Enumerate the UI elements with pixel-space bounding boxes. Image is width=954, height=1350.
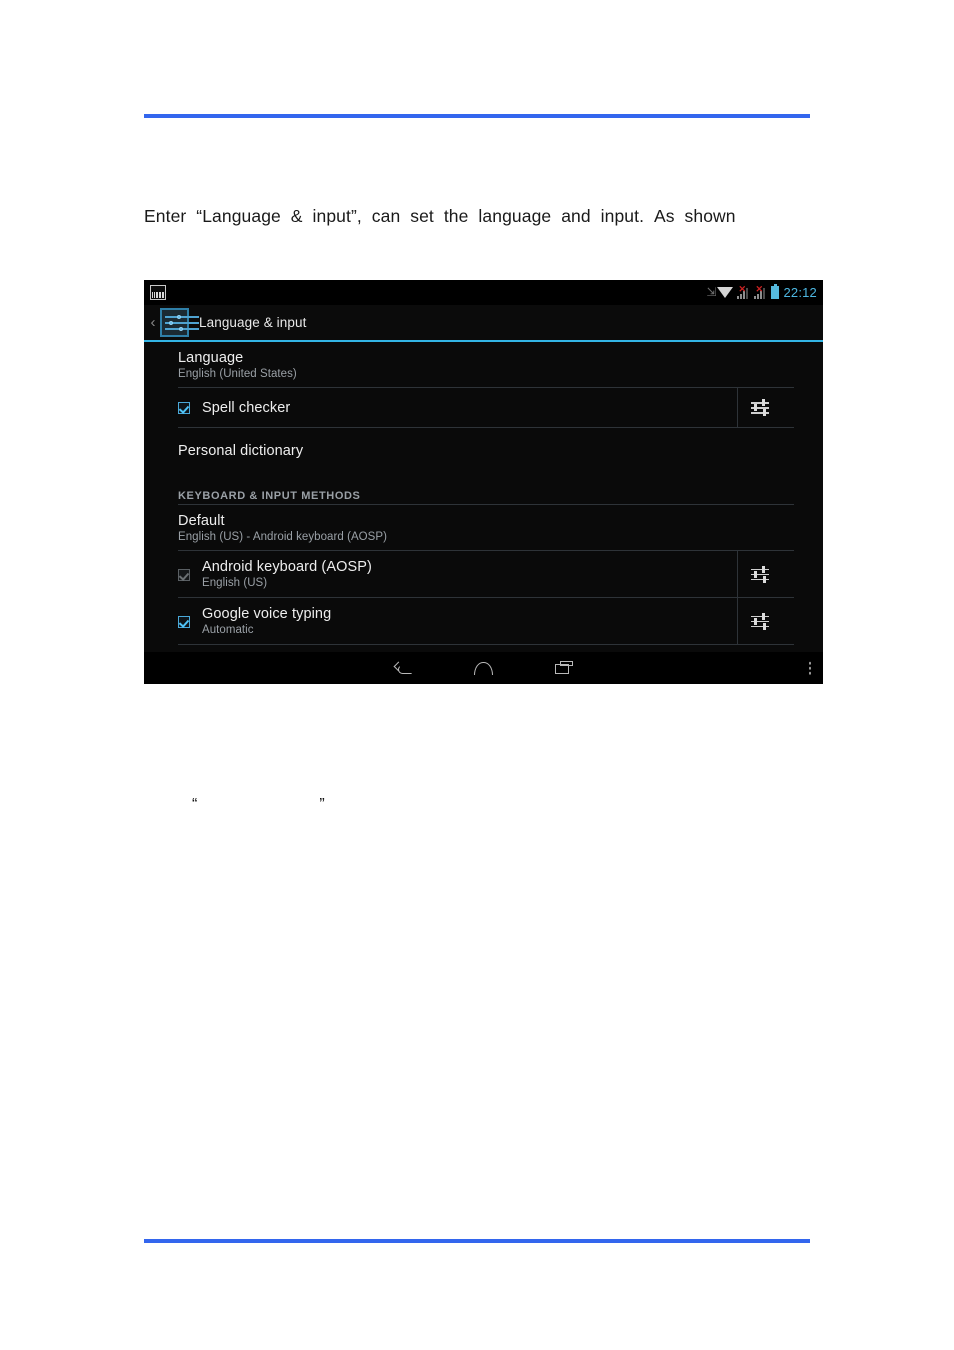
page-title: Language & input	[199, 315, 307, 330]
body-paragraph: Enter “Language & input”, can set the la…	[144, 206, 810, 227]
navigation-bar	[144, 652, 823, 684]
empty-quote-line: “”	[192, 796, 392, 814]
list-item-title: Personal dictionary	[178, 443, 304, 459]
signal-no-service-icon: ✕	[754, 285, 767, 299]
android-keyboard-settings-button[interactable]	[737, 551, 794, 598]
home-icon[interactable]	[473, 661, 493, 675]
list-item-subtitle: Automatic	[202, 624, 254, 636]
list-item-personal-dictionary[interactable]: Personal dictionary	[144, 428, 794, 474]
paragraph-word: input.	[600, 206, 645, 226]
back-icon[interactable]	[395, 662, 412, 674]
status-bar: ⇲ ✕ ✕ 22:12	[144, 280, 823, 305]
paragraph-word: As	[653, 206, 675, 226]
action-bar: ‹ Language & input	[144, 305, 823, 342]
list-item-subtitle: English (US) - Android keyboard (AOSP)	[178, 530, 387, 543]
spell-checker-checkbox[interactable]	[178, 402, 190, 414]
list-item-title: Language	[178, 349, 244, 366]
paragraph-word: set	[410, 206, 434, 226]
battery-icon	[771, 284, 780, 299]
android-screenshot: ⇲ ✕ ✕ 22:12 ‹ Language & input Language …	[144, 280, 823, 684]
sliders-settings-icon	[749, 564, 771, 586]
list-item-spell-checker[interactable]: Spell checker	[144, 388, 794, 428]
paragraph-word: input”,	[312, 206, 362, 226]
paragraph-word: the	[443, 206, 469, 226]
list-item-android-keyboard[interactable]: Android keyboard (AOSP) English (US)	[144, 551, 794, 598]
list-item-language[interactable]: Language English (United States)	[144, 342, 794, 388]
section-header-speech: SPEECH	[144, 645, 794, 652]
paragraph-word: and	[561, 206, 591, 226]
google-voice-typing-settings-button[interactable]	[737, 598, 794, 645]
list-item-google-voice-typing[interactable]: Google voice typing Automatic	[144, 598, 794, 645]
list-item-title: Google voice typing	[202, 606, 332, 622]
paragraph-word: Enter	[144, 206, 187, 226]
list-item-default-keyboard[interactable]: Default English (US) - Android keyboard …	[144, 505, 794, 551]
paragraph-word: language	[478, 206, 552, 226]
paragraph-word: “Language	[196, 206, 281, 226]
paragraph-word: can	[371, 206, 401, 226]
footer-rule	[144, 1239, 810, 1243]
recents-icon[interactable]	[554, 661, 573, 675]
bluetooth-icon: ⇲	[706, 285, 717, 299]
signal-no-service-icon: ✕	[737, 285, 750, 299]
back-chevron-icon[interactable]: ‹	[146, 314, 160, 331]
list-item-title: Default	[178, 512, 225, 529]
quote-open: “	[192, 796, 198, 813]
settings-list[interactable]: Language English (United States) Spell c…	[144, 342, 823, 652]
list-item-title: Android keyboard (AOSP)	[202, 559, 372, 575]
google-voice-typing-checkbox[interactable]	[178, 615, 190, 628]
list-right-padding	[794, 342, 823, 652]
document-page: Enter “Language & input”, can set the la…	[0, 0, 954, 1350]
overflow-menu-icon[interactable]	[808, 661, 811, 675]
section-label: KEYBOARD & INPUT METHODS	[178, 490, 361, 502]
spell-checker-settings-button[interactable]	[737, 388, 794, 428]
paragraph-word: shown	[684, 206, 736, 226]
android-keyboard-checkbox[interactable]	[178, 568, 190, 581]
section-header-keyboard-input-methods: KEYBOARD & INPUT METHODS	[144, 474, 794, 505]
settings-sliders-icon[interactable]	[160, 308, 199, 337]
list-item-subtitle: English (US)	[202, 577, 268, 589]
list-item-title: Spell checker	[202, 400, 291, 416]
quote-close: ”	[319, 796, 325, 813]
sliders-settings-icon	[749, 397, 771, 419]
sliders-settings-icon	[749, 611, 771, 633]
list-item-subtitle: English (United States)	[178, 367, 297, 380]
paragraph-word: &	[290, 206, 303, 226]
screenshot-icon	[150, 285, 166, 300]
header-rule	[144, 114, 810, 118]
wifi-icon	[717, 287, 734, 298]
status-clock: 22:12	[783, 285, 817, 300]
